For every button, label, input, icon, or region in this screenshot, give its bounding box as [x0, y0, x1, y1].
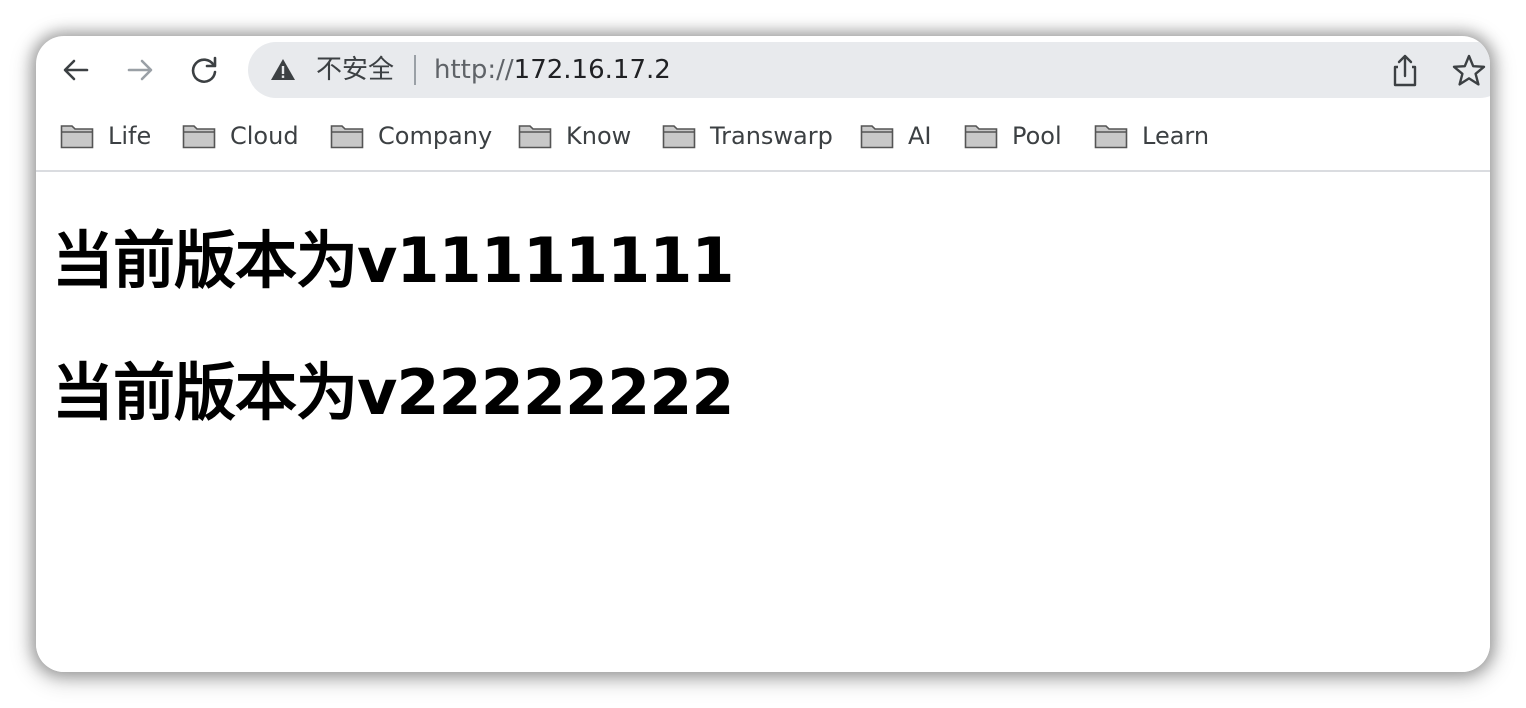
- screenshot-stage: 不安全 http://172.16.17.2 Life Cloud Compan…: [0, 0, 1526, 708]
- bookmark-folder-ai[interactable]: AI: [860, 118, 932, 154]
- folder-icon: [60, 125, 94, 149]
- folder-icon: [860, 125, 894, 149]
- browser-toolbar: 不安全 http://172.16.17.2: [36, 36, 1490, 104]
- folder-icon: [518, 125, 552, 149]
- url-host: 172.16.17.2: [513, 55, 671, 85]
- reload-button[interactable]: [184, 50, 224, 90]
- bookmark-label: AI: [908, 122, 932, 150]
- bookmark-label: Company: [378, 122, 493, 150]
- bookmarks-bar: Life Cloud Company Know Transwarp AI Poo…: [36, 104, 1490, 172]
- bookmark-label: Cloud: [230, 122, 299, 150]
- arrow-right-icon: [127, 59, 153, 81]
- star-icon[interactable]: [1450, 52, 1488, 90]
- bookmark-folder-cloud[interactable]: Cloud: [182, 118, 299, 154]
- url-text[interactable]: http://172.16.17.2: [434, 54, 671, 86]
- address-bar[interactable]: 不安全 http://172.16.17.2: [248, 42, 1490, 98]
- warning-triangle-icon[interactable]: [270, 57, 296, 83]
- bookmark-folder-know[interactable]: Know: [518, 118, 631, 154]
- folder-icon: [662, 125, 696, 149]
- bookmark-folder-pool[interactable]: Pool: [964, 118, 1062, 154]
- browser-window: 不安全 http://172.16.17.2 Life Cloud Compan…: [36, 36, 1490, 672]
- bookmark-folder-transwarp[interactable]: Transwarp: [662, 118, 833, 154]
- security-status-label[interactable]: 不安全: [316, 54, 394, 86]
- folder-icon: [182, 125, 216, 149]
- bookmark-folder-life[interactable]: Life: [60, 118, 151, 154]
- omnibox-divider: [414, 55, 416, 85]
- bookmark-label: Transwarp: [710, 122, 833, 150]
- folder-icon: [1094, 125, 1128, 149]
- back-button[interactable]: [56, 50, 96, 90]
- reload-icon: [191, 56, 217, 83]
- bookmark-label: Pool: [1012, 122, 1062, 150]
- bookmark-folder-learn[interactable]: Learn: [1094, 118, 1209, 154]
- bookmark-label: Life: [108, 122, 152, 150]
- page-content: 当前版本为v11111111 当前版本为v22222222: [36, 172, 1490, 672]
- version-heading-1: 当前版本为v11111111: [52, 224, 735, 297]
- share-icon[interactable]: [1386, 52, 1424, 90]
- version-heading-2: 当前版本为v22222222: [52, 356, 735, 429]
- folder-icon: [330, 125, 364, 149]
- bookmark-label: Learn: [1142, 122, 1210, 150]
- url-scheme: http://: [434, 55, 514, 85]
- folder-icon: [964, 125, 998, 149]
- arrow-left-icon: [63, 59, 89, 81]
- forward-button[interactable]: [120, 50, 160, 90]
- bookmark-folder-company[interactable]: Company: [330, 118, 492, 154]
- bookmark-label: Know: [566, 122, 632, 150]
